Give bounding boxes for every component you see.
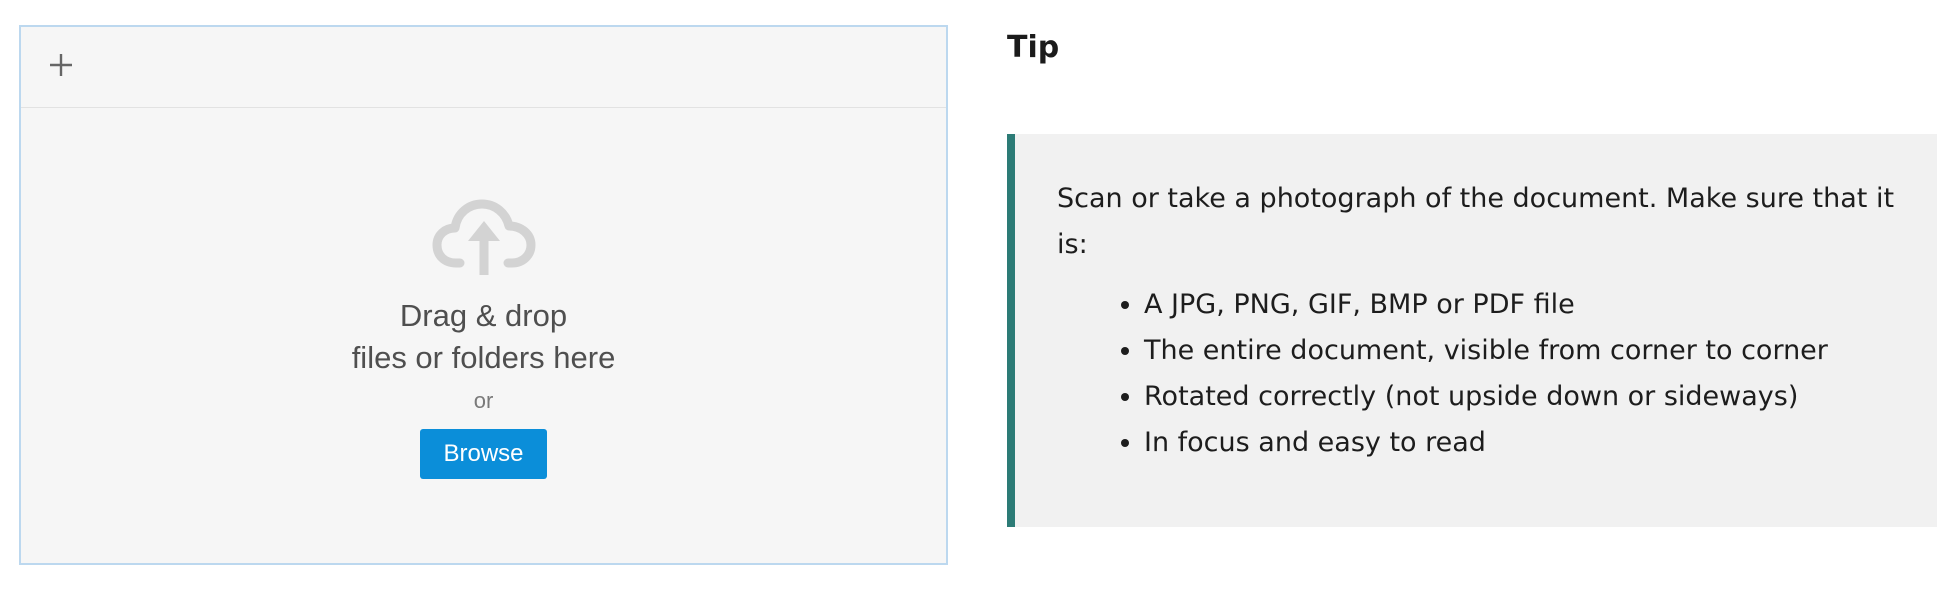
tip-box: Scan or take a photograph of the documen… xyxy=(1007,134,1937,527)
tip-intro: Scan or take a photograph of the documen… xyxy=(1057,183,1895,260)
tip-list-item: In focus and easy to read xyxy=(1144,420,1897,466)
or-separator: or xyxy=(473,388,494,413)
tip-list-item: The entire document, visible from corner… xyxy=(1144,328,1897,374)
tip-list: A JPG, PNG, GIF, BMP or PDF file The ent… xyxy=(1057,282,1897,466)
tip-heading: Tip xyxy=(1007,30,1060,65)
drag-drop-text: Drag & drop xyxy=(399,298,568,333)
tip-list-item: A JPG, PNG, GIF, BMP or PDF file xyxy=(1144,282,1897,328)
tip-list-item: Rotated correctly (not upside down or si… xyxy=(1144,374,1897,420)
add-file-button[interactable] xyxy=(43,47,79,83)
file-uploader[interactable]: Drag & drop files or folders here or Bro… xyxy=(19,25,948,565)
drop-zone[interactable]: Drag & drop files or folders here or Bro… xyxy=(21,197,946,479)
cloud-upload-icon xyxy=(432,199,535,275)
uploader-toolbar xyxy=(21,27,946,108)
browse-button[interactable]: Browse xyxy=(420,429,547,479)
plus-icon xyxy=(50,54,72,76)
drag-drop-subtext: files or folders here xyxy=(351,340,616,375)
